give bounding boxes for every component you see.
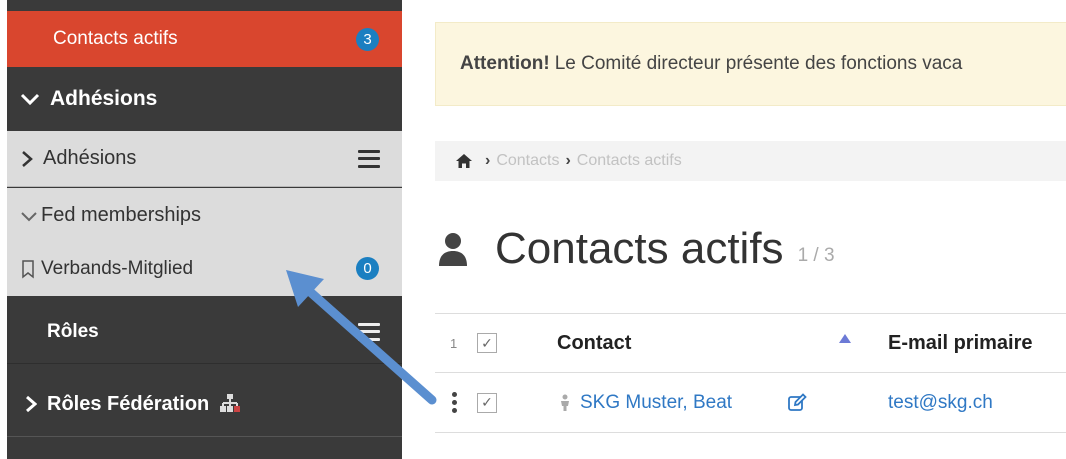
contact-link[interactable]: SKG Muster, Beat: [580, 392, 732, 414]
chevron-right-icon: [22, 150, 33, 167]
sidebar-item-label: Rôles: [47, 320, 99, 342]
warning-alert: Attention! Le Comité directeur présente …: [435, 22, 1066, 106]
home-icon[interactable]: [455, 153, 473, 169]
sidebar-item-label: Rôles Fédération: [47, 392, 210, 415]
column-header-contact[interactable]: Contact: [557, 332, 631, 355]
user-icon: [439, 233, 467, 266]
column-header-email[interactable]: E-mail primaire: [888, 332, 1033, 355]
email-link[interactable]: test@skg.ch: [888, 392, 993, 414]
person-icon: [561, 394, 569, 411]
org-chart-icon: [220, 394, 241, 412]
sidebar-item-label: Verbands-Mitglied: [41, 258, 194, 279]
bookmark-icon: [22, 259, 34, 279]
row-actions-icon[interactable]: [452, 392, 457, 413]
alert-strong: Attention!: [460, 53, 550, 74]
sidebar-item-roles-federation[interactable]: Rôles Fédération: [7, 372, 402, 436]
alert-text: Le Comité directeur présente des fonctio…: [554, 53, 963, 74]
sidebar-item-contacts-actifs[interactable]: Contacts actifs 3: [7, 11, 402, 67]
page-count: 1 / 3: [797, 245, 835, 266]
page-title: Contacts actifs: [495, 224, 784, 273]
sidebar-item-adhesions[interactable]: Adhésions: [7, 131, 402, 187]
breadcrumb-current: Contacts actifs: [576, 152, 682, 169]
count-badge: 3: [356, 27, 379, 51]
sidebar-item-roles[interactable]: Rôles: [7, 300, 402, 364]
row-checkbox[interactable]: ✓: [477, 392, 497, 413]
select-all-checkbox[interactable]: ✓: [477, 333, 497, 353]
count-badge: 0: [356, 257, 379, 280]
table-row[interactable]: ✓ SKG Muster, Beat test@skg.ch: [435, 373, 1066, 433]
page-header: Contacts actifs 1 / 3: [435, 214, 835, 284]
breadcrumb-separator: ›: [485, 152, 491, 169]
sidebar-section-adhesions[interactable]: Adhésions: [7, 70, 402, 128]
sidebar-group-label: Fed memberships: [41, 204, 202, 226]
breadcrumb-separator: ›: [565, 152, 571, 169]
menu-icon[interactable]: [358, 322, 380, 341]
menu-icon[interactable]: [358, 149, 380, 168]
edit-icon[interactable]: [787, 392, 807, 413]
section-label: Adhésions: [50, 87, 158, 110]
sidebar-item-label: Contacts actifs: [53, 28, 178, 49]
main-content: Attention! Le Comité directeur présente …: [435, 0, 1066, 459]
sidebar-item-label: Adhésions: [43, 147, 137, 169]
chevron-right-icon: [26, 395, 37, 413]
sort-ascending-icon[interactable]: [839, 334, 851, 343]
chevron-down-icon: [20, 93, 40, 106]
chevron-down-icon: [21, 211, 37, 221]
selected-count: 1: [450, 335, 458, 351]
breadcrumb-link-contacts[interactable]: Contacts: [496, 152, 559, 170]
breadcrumb: › Contacts › Contacts actifs: [435, 141, 1066, 181]
sidebar-group-fed-memberships: Fed memberships Verbands-Mitglied 0: [7, 188, 402, 296]
divider: [7, 436, 402, 437]
sidebar: Contacts actifs 3 Adhésions Adhésions Fe…: [7, 0, 402, 459]
sidebar-item-verbands-mitglied[interactable]: Verbands-Mitglied 0: [21, 257, 397, 280]
sidebar-group-header[interactable]: Fed memberships: [21, 204, 201, 227]
table-header: 1 ✓ Contact E-mail primaire: [435, 313, 1066, 373]
